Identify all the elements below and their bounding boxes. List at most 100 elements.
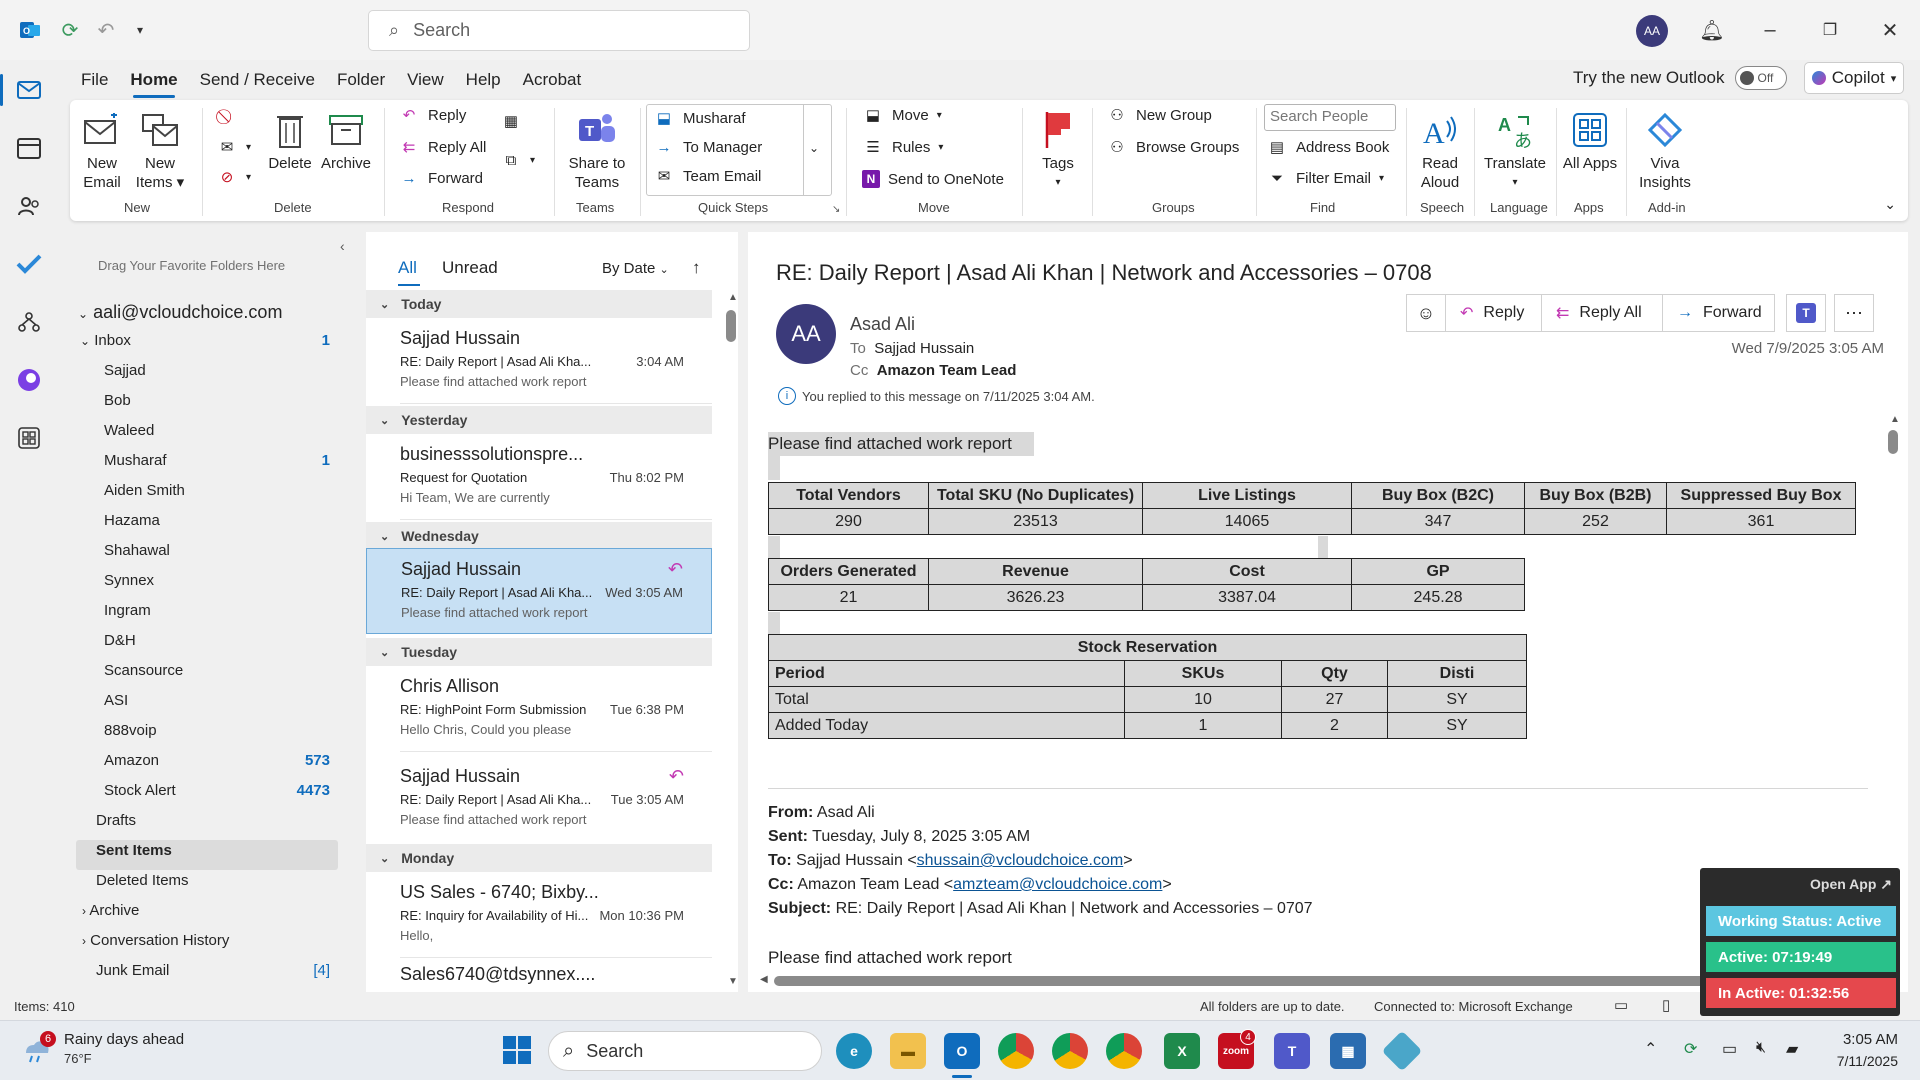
folder-bob[interactable]: Bob (104, 392, 342, 409)
tab-help[interactable]: Help (455, 60, 512, 100)
folder-scansource[interactable]: Scansource (104, 662, 342, 679)
sort-by-date[interactable]: By Date ⌄ (602, 260, 669, 277)
folder-888voip[interactable]: 888voip (104, 722, 342, 739)
tab-home[interactable]: Home (119, 60, 188, 100)
all-apps-button[interactable]: All Apps (1562, 106, 1618, 173)
mute-icon[interactable]: 🔇︎ (1756, 1039, 1766, 1057)
quickstep-team-email[interactable]: ✉︎ Team Email (653, 167, 762, 186)
new-outlook-toggle[interactable]: Off (1734, 66, 1787, 90)
people-icon[interactable] (13, 190, 45, 222)
folder-conversation-history[interactable]: › Conversation History (82, 932, 342, 949)
restore-icon[interactable]: ❐ (1816, 16, 1844, 44)
folder-hazama[interactable]: Hazama (104, 512, 342, 529)
new-group-button[interactable]: ⚇ New Group (1106, 106, 1212, 125)
sync-icon[interactable]: ⟳ (56, 16, 84, 44)
viva-insights-button[interactable]: Viva Insights (1632, 106, 1698, 192)
scroll-left-icon[interactable]: ◀ (760, 974, 768, 985)
copilot-rail-icon[interactable] (13, 364, 45, 396)
chrome-profile-3-icon[interactable] (1106, 1033, 1142, 1069)
account-header[interactable]: ⌄ aali@vcloudchoice.com (78, 302, 282, 323)
filter-all-tab[interactable]: All (398, 258, 417, 278)
tab-file[interactable]: File (70, 60, 119, 100)
folder-asi[interactable]: ASI (104, 692, 342, 709)
translate-button[interactable]: Aあ Translate ▾ (1480, 106, 1550, 192)
calendar-icon[interactable] (13, 132, 45, 164)
open-app-link[interactable]: Open App ↗ (1810, 876, 1892, 893)
to-email-link[interactable]: shussain@vcloudchoice.com (917, 852, 1124, 869)
share-to-teams-button[interactable]: T Share to Teams (560, 106, 634, 192)
delete-button[interactable]: Delete (266, 106, 314, 173)
sync-tray-icon[interactable]: ⟳ (1684, 1039, 1697, 1059)
teams-taskbar-icon[interactable]: T (1274, 1033, 1310, 1069)
org-explorer-icon[interactable] (13, 306, 45, 338)
rules-button[interactable]: ☰ Rules ▾ (862, 138, 943, 157)
scroll-down-icon[interactable]: ▼ (728, 976, 738, 987)
tab-folder[interactable]: Folder (326, 60, 396, 100)
calculator-icon[interactable]: ▦ (1330, 1033, 1366, 1069)
tab-view[interactable]: View (396, 60, 455, 100)
folder-dh[interactable]: D&H (104, 632, 342, 649)
archive-button[interactable]: Archive (318, 106, 374, 173)
junk-button[interactable]: ⊘ ▾ (216, 168, 251, 186)
group-monday[interactable]: ⌄ Monday (366, 844, 712, 872)
reading-reply-all-button[interactable]: ⇇ Reply All (1541, 294, 1663, 332)
list-item[interactable]: businesssolutionspre... Request for Quot… (366, 434, 712, 520)
chrome-icon[interactable] (998, 1033, 1034, 1069)
browse-groups-button[interactable]: ⚇ Browse Groups (1106, 138, 1239, 157)
collapse-ribbon-icon[interactable]: ⌄ (1884, 196, 1896, 213)
search-input[interactable]: ⌕ Search (368, 10, 750, 51)
read-aloud-button[interactable]: A Read Aloud (1412, 106, 1468, 192)
taskbar-search[interactable]: ⌕ Search (548, 1031, 822, 1071)
filter-email-button[interactable]: ⏷ Filter Email ▾ (1266, 170, 1384, 187)
quickstep-musharaf[interactable]: ⬓ Musharaf (653, 109, 746, 128)
folder-synnex[interactable]: Synnex (104, 572, 342, 589)
quick-steps-expand-icon[interactable]: ⌄ (809, 141, 819, 155)
ignore-button[interactable]: ⃠ (216, 108, 238, 125)
reactions-button[interactable]: ☺ (1406, 294, 1446, 332)
reading-reply-button[interactable]: ↶ Reply (1445, 294, 1542, 332)
undo-icon[interactable]: ↶ (92, 16, 120, 44)
tab-acrobat[interactable]: Acrobat (512, 60, 593, 100)
scroll-up-icon[interactable]: ▲ (1890, 414, 1900, 425)
cleanup-button[interactable]: ✉︎ ▾ (216, 138, 251, 156)
filter-unread-tab[interactable]: Unread (442, 258, 498, 278)
folder-sent-items[interactable]: Sent Items (96, 842, 342, 859)
group-tuesday[interactable]: ⌄ Tuesday (366, 638, 712, 666)
move-button[interactable]: ⬓ Move ▾ (862, 106, 942, 125)
meeting-reply-button[interactable]: ▦ (500, 112, 522, 130)
folder-deleted-items[interactable]: Deleted Items (96, 872, 342, 889)
address-book-button[interactable]: ▤ Address Book (1266, 138, 1389, 157)
tab-send-receive[interactable]: Send / Receive (189, 60, 326, 100)
group-today[interactable]: ⌄ Today (366, 290, 712, 318)
chrome-profile-2-icon[interactable] (1052, 1033, 1088, 1069)
list-item[interactable]: Sajjad Hussain RE: Daily Report | Asad A… (366, 318, 712, 404)
reading-scrollbar[interactable] (1888, 430, 1898, 454)
sort-direction-icon[interactable]: ↑ (692, 258, 701, 278)
folder-ingram[interactable]: Ingram (104, 602, 342, 619)
list-item[interactable]: Sajjad Hussain ↶ RE: Daily Report | Asad… (366, 756, 712, 842)
bell-icon[interactable]: 🔔︎ (1698, 16, 1726, 44)
folder-shahawal[interactable]: Shahawal (104, 542, 342, 559)
outlook-taskbar-icon[interactable]: O (944, 1033, 980, 1069)
list-item-selected[interactable]: Sajjad Hussain ↶ RE: Daily Report | Asad… (366, 548, 712, 634)
minimize-icon[interactable]: – (1756, 16, 1784, 44)
folder-aiden-smith[interactable]: Aiden Smith (104, 482, 342, 499)
more-respond-button[interactable]: ⧉ ▾ (500, 152, 535, 169)
folder-archive[interactable]: › Archive (82, 902, 342, 919)
scroll-up-icon[interactable]: ▲ (728, 292, 738, 303)
list-item[interactable]: Sales6740@tdsynnex.... (366, 960, 712, 992)
edge-icon[interactable]: e (836, 1033, 872, 1069)
apps-grid-icon[interactable] (13, 422, 45, 454)
reading-view-icon[interactable]: ▯ (1662, 996, 1670, 1014)
tags-button[interactable]: Tags ▾ (1032, 106, 1084, 192)
new-email-button[interactable]: New Email (76, 106, 128, 192)
folder-waleed[interactable]: Waleed (104, 422, 342, 439)
mail-icon[interactable] (13, 74, 45, 106)
battery-icon[interactable]: ▰ (1786, 1039, 1798, 1059)
close-icon[interactable]: ✕ (1876, 16, 1904, 44)
reply-button[interactable]: ↶ Reply (398, 106, 467, 125)
cc-email-link[interactable]: amzteam@vcloudchoice.com (953, 876, 1162, 893)
group-yesterday[interactable]: ⌄ Yesterday (366, 406, 712, 434)
search-people-input[interactable]: Search People (1264, 104, 1396, 131)
tracker-app-icon[interactable] (1381, 1030, 1423, 1072)
